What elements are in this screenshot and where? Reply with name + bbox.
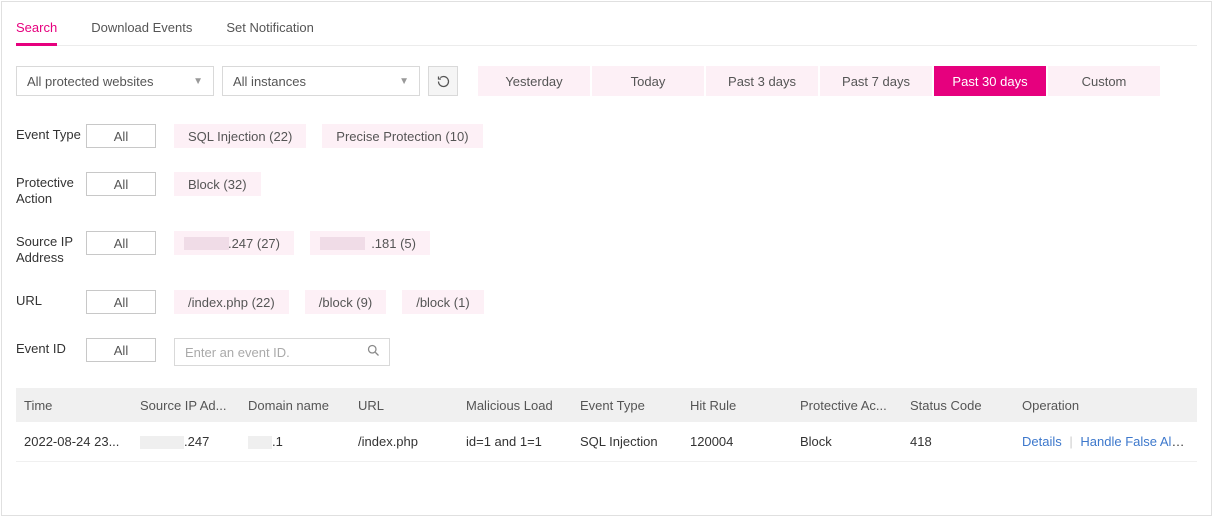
cell-time: 2022-08-24 23...	[16, 434, 132, 449]
time-chip-past30[interactable]: Past 30 days	[934, 66, 1046, 96]
cell-type: SQL Injection	[572, 434, 682, 449]
facet-label: Event ID	[16, 338, 86, 357]
instances-select[interactable]: All instances ▼	[222, 66, 420, 96]
facet-protective-action: Protective Action All Block (32)	[16, 172, 1197, 207]
facet-all-button[interactable]: All	[86, 338, 156, 362]
tab-notify[interactable]: Set Notification	[226, 14, 313, 45]
chip-ip-247[interactable]: .247 (27)	[174, 231, 294, 255]
redacted-ip	[184, 237, 229, 250]
handle-false-alarm-link[interactable]: Handle False Alarm	[1080, 434, 1193, 449]
cell-op: Details | Handle False Alarm	[1014, 434, 1197, 449]
facet-source-ip: Source IP Address All .247 (27) .181 (5)	[16, 231, 1197, 266]
refresh-icon	[436, 74, 451, 89]
cell-action: Block	[792, 434, 902, 449]
col-domain: Domain name	[240, 398, 350, 413]
cell-load: id=1 and 1=1	[458, 434, 572, 449]
refresh-button[interactable]	[428, 66, 458, 96]
events-panel: Search Download Events Set Notification …	[1, 1, 1212, 516]
tab-download[interactable]: Download Events	[91, 14, 192, 45]
time-chip-past3[interactable]: Past 3 days	[706, 66, 818, 96]
chevron-down-icon: ▼	[399, 76, 409, 87]
cell-src-suffix: .247	[184, 434, 209, 449]
time-chip-yesterday[interactable]: Yesterday	[478, 66, 590, 96]
event-id-input[interactable]	[185, 345, 359, 360]
chevron-down-icon: ▼	[193, 76, 203, 87]
facet-chips: SQL Injection (22) Precise Protection (1…	[174, 124, 483, 148]
redacted-domain	[248, 436, 272, 449]
col-action: Protective Ac...	[792, 398, 902, 413]
col-load: Malicious Load	[458, 398, 572, 413]
search-icon[interactable]	[366, 343, 381, 361]
chip-precise-protection[interactable]: Precise Protection (10)	[322, 124, 482, 148]
time-chip-past7[interactable]: Past 7 days	[820, 66, 932, 96]
cell-url: /index.php	[350, 434, 458, 449]
col-type: Event Type	[572, 398, 682, 413]
websites-select-label: All protected websites	[27, 74, 153, 89]
facet-label: URL	[16, 290, 86, 309]
tab-search[interactable]: Search	[16, 14, 57, 45]
facet-event-type: Event Type All SQL Injection (22) Precis…	[16, 124, 1197, 148]
facet-all-button[interactable]: All	[86, 172, 156, 196]
filter-row: All protected websites ▼ All instances ▼…	[16, 66, 1197, 96]
facet-chips: Block (32)	[174, 172, 261, 196]
chip-sql-injection[interactable]: SQL Injection (22)	[174, 124, 306, 148]
facet-label: Source IP Address	[16, 231, 86, 266]
col-url: URL	[350, 398, 458, 413]
col-rule: Hit Rule	[682, 398, 792, 413]
col-op: Operation	[1014, 398, 1197, 413]
facet-url: URL All /index.php (22) /block (9) /bloc…	[16, 290, 1197, 314]
facet-all-button[interactable]: All	[86, 231, 156, 255]
facet-label: Protective Action	[16, 172, 86, 207]
chip-url-block1[interactable]: /block (1)	[402, 290, 483, 314]
facet-all-button[interactable]: All	[86, 124, 156, 148]
facet-chips: .247 (27) .181 (5)	[174, 231, 430, 255]
tab-bar: Search Download Events Set Notification	[16, 14, 1197, 46]
chip-ip-181[interactable]: .181 (5)	[310, 231, 430, 255]
chip-url-index[interactable]: /index.php (22)	[174, 290, 289, 314]
cell-status: 418	[902, 434, 1014, 449]
cell-domain-suffix: .1	[272, 434, 283, 449]
table-header: Time Source IP Ad... Domain name URL Mal…	[16, 388, 1197, 422]
col-status: Status Code	[902, 398, 1014, 413]
redacted-ip	[320, 237, 365, 250]
time-range-group: Yesterday Today Past 3 days Past 7 days …	[478, 66, 1162, 96]
chip-block[interactable]: Block (32)	[174, 172, 261, 196]
cell-rule: 120004	[682, 434, 792, 449]
cell-src: .247	[132, 434, 240, 449]
cell-domain: .1	[240, 434, 350, 449]
time-chip-today[interactable]: Today	[592, 66, 704, 96]
instances-select-label: All instances	[233, 74, 306, 89]
facet-event-id: Event ID All	[16, 338, 1197, 366]
col-time: Time	[16, 398, 132, 413]
websites-select[interactable]: All protected websites ▼	[16, 66, 214, 96]
table-row: 2022-08-24 23... .247 .1 /index.php id=1…	[16, 422, 1197, 462]
events-table: Time Source IP Ad... Domain name URL Mal…	[16, 388, 1197, 462]
chip-text: .181 (5)	[371, 236, 416, 251]
separator: |	[1069, 434, 1072, 449]
facet-all-button[interactable]: All	[86, 290, 156, 314]
col-src: Source IP Ad...	[132, 398, 240, 413]
facet-label: Event Type	[16, 124, 86, 143]
time-chip-custom[interactable]: Custom	[1048, 66, 1160, 96]
details-link[interactable]: Details	[1022, 434, 1062, 449]
chip-url-block9[interactable]: /block (9)	[305, 290, 386, 314]
redacted-ip	[140, 436, 184, 449]
facet-chips: /index.php (22) /block (9) /block (1)	[174, 290, 484, 314]
event-id-input-wrapper	[174, 338, 390, 366]
chip-text: .247 (27)	[228, 236, 280, 251]
